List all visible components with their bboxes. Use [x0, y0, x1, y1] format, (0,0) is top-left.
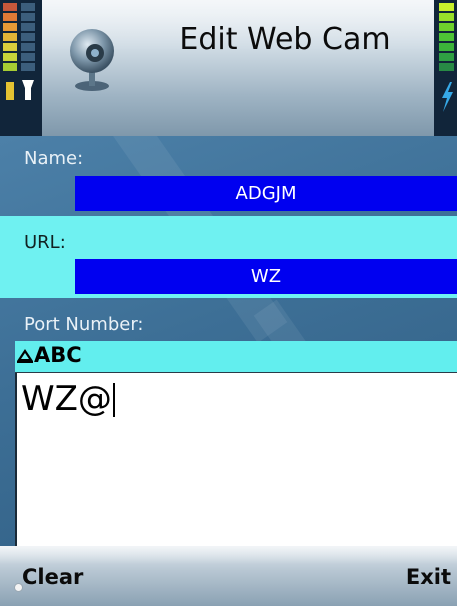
url-field[interactable]: WZ [75, 259, 457, 294]
clear-button[interactable]: Clear [22, 565, 83, 589]
name-label: Name: [24, 148, 84, 169]
text-cursor [112, 383, 115, 417]
softkey-bar: Clear Exit [0, 546, 457, 606]
webcam-icon [62, 24, 122, 98]
battery-indicator [434, 0, 457, 136]
input-mode-label: ABC [34, 343, 82, 367]
url-field-row[interactable]: URL: WZ [0, 216, 457, 298]
phone-screen: Edit Web Cam Name: ADGJM URL: WZ Port Nu… [0, 0, 457, 606]
page-title: Edit Web Cam [179, 22, 391, 57]
port-number-text: WZ@ [21, 379, 115, 419]
port-label: Port Number: [24, 314, 144, 335]
signal-strength-icon [3, 3, 35, 100]
signal-strength-indicator [0, 0, 42, 136]
name-field[interactable]: ADGJM [75, 176, 457, 211]
name-field-row[interactable]: Name: ADGJM [0, 136, 457, 216]
title-bar: Edit Web Cam [0, 0, 457, 136]
softkey-sheen [0, 546, 457, 564]
edit-form: Name: ADGJM URL: WZ Port Number: ABC WZ@ [0, 136, 457, 546]
url-label: URL: [24, 232, 66, 253]
port-number-input[interactable]: WZ@ [15, 373, 457, 546]
input-mode-bar: ABC [15, 341, 457, 373]
exit-button[interactable]: Exit [406, 565, 451, 589]
pen-input-icon [16, 347, 34, 367]
battery-level-icon [439, 3, 454, 112]
port-number-value: WZ@ [21, 379, 112, 419]
